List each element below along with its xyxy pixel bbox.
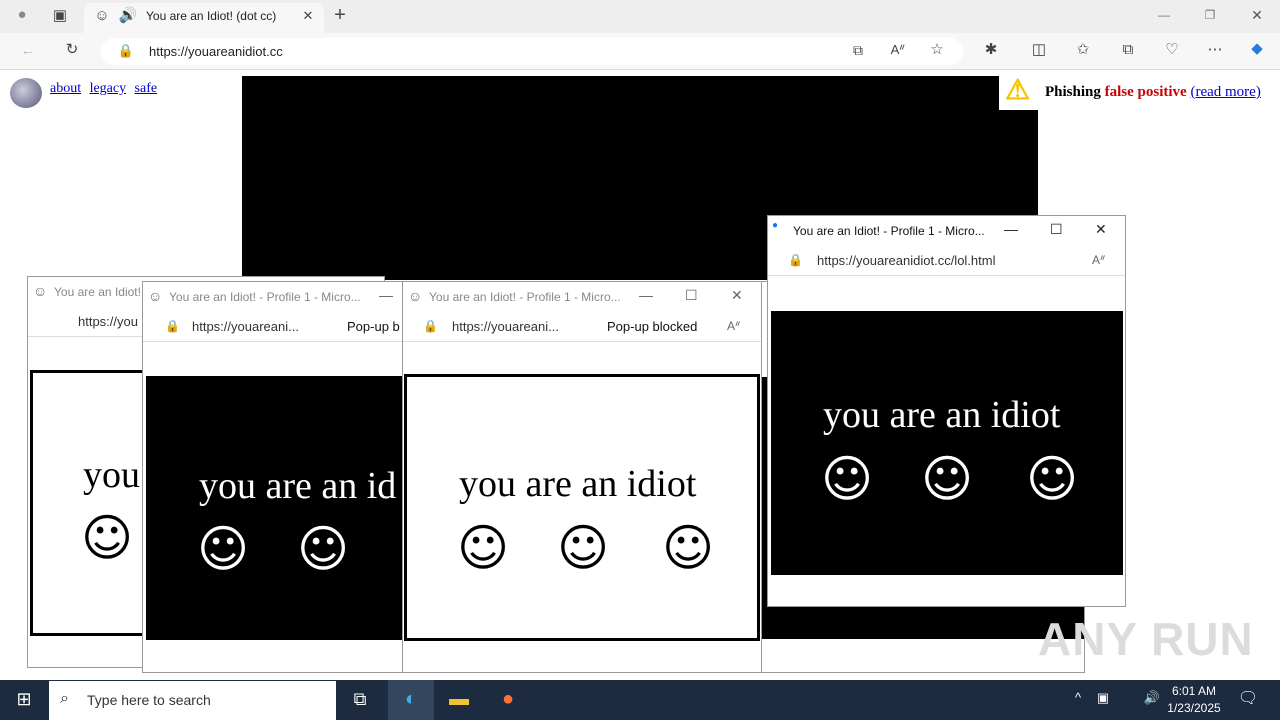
maximize-icon[interactable]: ☐ <box>1050 221 1063 238</box>
start-windows-icon[interactable]: ⊞ <box>9 689 39 710</box>
read-more-link[interactable]: (read more) <box>1190 84 1260 100</box>
tab-title: You are an Idiot! (dot cc) <box>146 9 277 23</box>
smiley-icon: ☺ <box>821 450 874 508</box>
speaker-tray-icon[interactable]: 🔊 <box>1137 690 1167 706</box>
speaker-icon <box>10 78 42 108</box>
read-aloud-icon[interactable]: Aᐥ <box>1092 253 1106 267</box>
idiot-text: you <box>83 454 140 496</box>
split-screen-icon[interactable]: ◫ <box>1029 42 1049 57</box>
firefox-icon[interactable]: ● <box>493 688 523 711</box>
minimize-icon[interactable]: — <box>1004 221 1018 237</box>
popup-title: You are an Idiot! - Profile 1 - Micro... <box>169 290 361 304</box>
watermark: ANY RUN <box>1038 613 1254 665</box>
minimize-icon[interactable]: — <box>639 287 653 303</box>
popup-url: https://you <box>78 314 138 329</box>
file-explorer-icon[interactable]: ▬ <box>444 688 474 711</box>
lock-icon: 🔒 <box>423 319 438 333</box>
idiot-box: you are an id ☺ ☺ <box>146 376 403 640</box>
false-positive-label: false positive <box>1104 84 1187 100</box>
extensions-icon[interactable]: ✱ <box>981 42 1001 57</box>
smiley-icon: ☺ <box>921 450 974 508</box>
smiley-favicon-icon: ☺ <box>33 283 48 299</box>
smiley-favicon-icon: ☺ <box>408 288 423 304</box>
read-aloud-icon[interactable]: Aᐥ <box>727 319 741 333</box>
smiley-icon: ☺ <box>662 519 715 577</box>
close-icon[interactable]: ✕ <box>1095 221 1107 238</box>
legacy-link[interactable]: legacy <box>90 81 127 96</box>
edge-icon[interactable]: ◐ <box>396 688 426 711</box>
lock-icon: 🔒 <box>165 319 180 333</box>
close-button[interactable]: ✕ <box>1247 8 1267 22</box>
popup-window-active[interactable]: ● You are an Idiot! - Profile 1 - Micro.… <box>767 215 1126 607</box>
new-tab-button[interactable]: + <box>330 5 350 25</box>
popup-url: https://youareanidiot.cc/lol.html <box>817 253 996 268</box>
url-text[interactable]: https://youareanidiot.cc <box>149 44 283 59</box>
about-link[interactable]: about <box>50 81 81 96</box>
phishing-label: Phishing <box>1045 84 1101 100</box>
smiley-icon: ☺ <box>557 519 610 577</box>
popup-window[interactable]: ☺ You are an Idiot! - Profile 1 - Micro.… <box>402 281 762 673</box>
page-nav: about legacy safe <box>50 79 161 97</box>
idiot-text: you are an idiot <box>823 394 1061 436</box>
idiot-text: you are an id <box>199 465 397 507</box>
close-icon[interactable]: ✕ <box>731 287 743 304</box>
safe-link[interactable]: safe <box>135 81 158 96</box>
collections-icon[interactable]: ⧉ <box>1118 42 1138 57</box>
favorite-star-icon[interactable]: ☆ <box>927 42 947 57</box>
maximize-icon[interactable]: ☐ <box>685 287 698 304</box>
search-placeholder[interactable]: Type here to search <box>87 692 211 708</box>
warning-icon: ⚠ <box>1005 75 1031 106</box>
back-icon[interactable]: ← <box>18 43 38 58</box>
popup-title: You are an Idiot! <box>54 285 141 299</box>
favorites-icon[interactable]: ✩ <box>1073 42 1093 57</box>
smiley-favicon-icon: ☺ <box>94 7 110 24</box>
task-view-icon[interactable]: ⧉ <box>345 689 375 710</box>
clock-date: 1/23/2025 <box>1167 701 1221 715</box>
copilot-icon[interactable]: ◆ <box>1247 41 1267 56</box>
clock[interactable]: 6:01 AM 1/23/2025 <box>1165 683 1223 717</box>
read-aloud-icon[interactable]: Aᐥ <box>888 43 908 56</box>
smiley-icon: ☺ <box>297 520 350 578</box>
smiley-icon: ☺ <box>81 509 134 567</box>
popup-url: https://youareani... <box>192 319 299 334</box>
performance-icon[interactable]: ♡ <box>1162 42 1182 57</box>
popup-blocked-icon[interactable]: ⧉ <box>848 43 868 57</box>
profile-icon[interactable]: ● <box>12 7 32 22</box>
popup-blocked-label[interactable]: Pop-up b <box>347 319 400 334</box>
audio-playing-icon[interactable]: 🔊 <box>118 8 138 23</box>
popup-title: You are an Idiot! - Profile 1 - Micro... <box>793 224 985 238</box>
popup-url: https://youareani... <box>452 319 559 334</box>
network-icon[interactable]: ▣ <box>1088 690 1118 706</box>
loading-dot-icon: ● <box>772 220 779 231</box>
refresh-icon[interactable]: ↻ <box>62 42 82 57</box>
smiley-icon: ☺ <box>197 520 250 578</box>
minimize-icon[interactable]: — <box>379 287 393 303</box>
idiot-box: you are an idiot ☺ ☺ ☺ <box>404 374 760 641</box>
lock-icon: 🔒 <box>788 253 803 267</box>
tab-actions-icon[interactable]: ▣ <box>50 8 70 23</box>
smiley-icon: ☺ <box>1026 450 1079 508</box>
idiot-box: you are an idiot ☺ ☺ ☺ <box>771 311 1123 575</box>
popup-title: You are an Idiot! - Profile 1 - Micro... <box>429 290 621 304</box>
restore-button[interactable]: ❐ <box>1200 9 1220 21</box>
search-icon: ⌕ <box>60 690 69 707</box>
minimize-button[interactable]: — <box>1154 9 1174 21</box>
lock-icon[interactable]: 🔒 <box>116 44 136 57</box>
smiley-icon: ☺ <box>457 519 510 577</box>
idiot-text: you are an idiot <box>459 463 697 505</box>
clock-time: 6:01 AM <box>1171 684 1217 698</box>
popup-window[interactable]: ☺ You are an Idiot! - Profile 1 - Micro.… <box>142 281 404 673</box>
notifications-icon[interactable]: 🗨 <box>1233 688 1263 708</box>
more-menu-icon[interactable]: ⋯ <box>1205 42 1225 57</box>
smiley-favicon-icon: ☺ <box>148 288 163 304</box>
popup-blocked-label[interactable]: Pop-up blocked <box>607 319 697 334</box>
tab-close-icon[interactable]: ✕ <box>298 9 318 22</box>
phishing-notice: ⚠ Phishing false positive (read more) <box>999 76 1275 110</box>
